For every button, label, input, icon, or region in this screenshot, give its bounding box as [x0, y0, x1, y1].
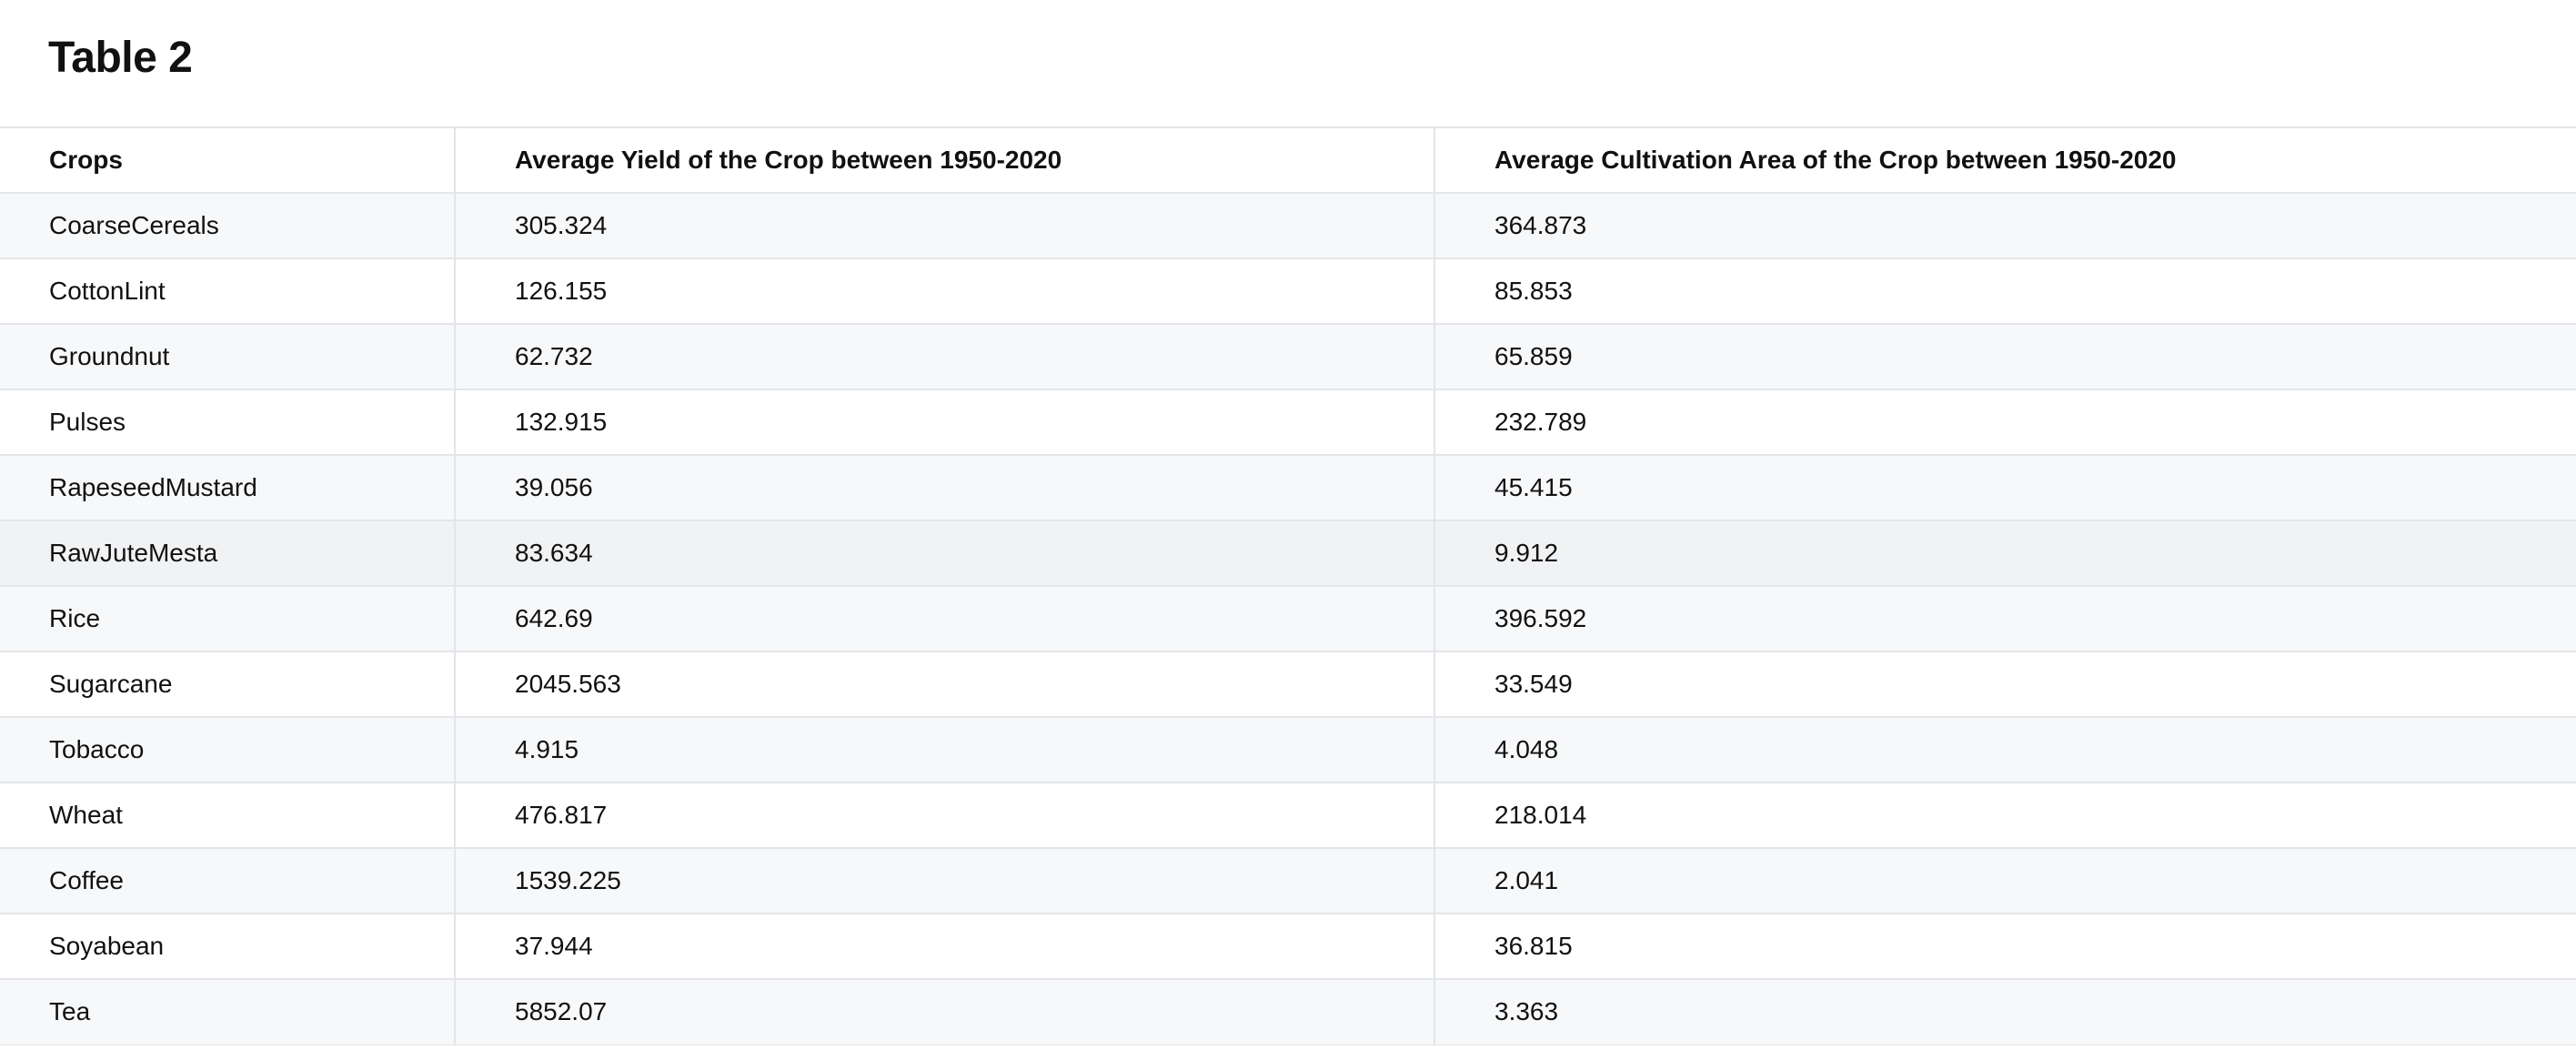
cell-average-area: 65.859: [1434, 323, 2576, 390]
table-row[interactable]: CottonLint 126.155 85.853: [0, 257, 2576, 325]
data-table-container: Crops Average Yield of the Crop between …: [0, 126, 2576, 1045]
cell-average-yield: 5852.07: [454, 978, 1434, 1045]
cell-average-yield: 62.732: [454, 323, 1434, 390]
cell-crop-name: Rice: [0, 585, 455, 652]
cell-average-yield: 37.944: [454, 913, 1434, 980]
cell-crop-name: Tea: [0, 978, 455, 1045]
data-table: Crops Average Yield of the Crop between …: [0, 126, 2576, 1045]
cell-average-area: 9.912: [1434, 520, 2576, 587]
cell-crop-name: Pulses: [0, 389, 455, 456]
column-header-average-yield: Average Yield of the Crop between 1950-2…: [454, 126, 1434, 194]
cell-average-area: 2.041: [1434, 847, 2576, 914]
cell-average-area: 36.815: [1434, 913, 2576, 980]
cell-crop-name: Wheat: [0, 782, 455, 849]
cell-average-area: 364.873: [1434, 192, 2576, 259]
page-title: Table 2: [48, 34, 193, 82]
cell-crop-name: CoarseCereals: [0, 192, 455, 259]
cell-average-area: 45.415: [1434, 454, 2576, 521]
cell-crop-name: Groundnut: [0, 323, 455, 390]
cell-average-area: 218.014: [1434, 782, 2576, 849]
cell-average-yield: 642.69: [454, 585, 1434, 652]
table-row[interactable]: Wheat 476.817 218.014: [0, 782, 2576, 849]
cell-average-yield: 476.817: [454, 782, 1434, 849]
column-header-crops: Crops: [0, 126, 455, 194]
cell-average-yield: 305.324: [454, 192, 1434, 259]
table-row[interactable]: Tobacco 4.915 4.048: [0, 716, 2576, 783]
cell-crop-name: Sugarcane: [0, 651, 455, 718]
table-row[interactable]: Sugarcane 2045.563 33.549: [0, 651, 2576, 718]
cell-crop-name: RapeseedMustard: [0, 454, 455, 521]
cell-average-area: 396.592: [1434, 585, 2576, 652]
cell-average-area: 4.048: [1434, 716, 2576, 783]
column-header-average-cultivation-area: Average Cultivation Area of the Crop bet…: [1434, 126, 2576, 194]
header-row: Crops Average Yield of the Crop between …: [0, 126, 2576, 194]
table-row[interactable]: Coffee 1539.225 2.041: [0, 847, 2576, 914]
table-row[interactable]: RapeseedMustard 39.056 45.415: [0, 454, 2576, 521]
table-row[interactable]: Soyabean 37.944 36.815: [0, 913, 2576, 980]
table-row[interactable]: Pulses 132.915 232.789: [0, 389, 2576, 456]
cell-average-area: 33.549: [1434, 651, 2576, 718]
table-row[interactable]: Tea 5852.07 3.363: [0, 978, 2576, 1045]
cell-average-yield: 1539.225: [454, 847, 1434, 914]
cell-average-yield: 132.915: [454, 389, 1434, 456]
cell-average-area: 232.789: [1434, 389, 2576, 456]
table-body: CoarseCereals 305.324 364.873 CottonLint 126…: [0, 192, 2576, 1045]
cell-crop-name: Coffee: [0, 847, 455, 914]
page: Table 2 Crops Average Yield of the Crop …: [0, 0, 2576, 1050]
cell-crop-name: RawJuteMesta: [0, 520, 455, 587]
cell-average-area: 3.363: [1434, 978, 2576, 1045]
table-row[interactable]: RawJuteMesta 83.634 9.912: [0, 520, 2576, 587]
table-row[interactable]: Rice 642.69 396.592: [0, 585, 2576, 652]
cell-crop-name: CottonLint: [0, 257, 455, 325]
cell-average-yield: 83.634: [454, 520, 1434, 587]
cell-average-yield: 2045.563: [454, 651, 1434, 718]
table-header: Crops Average Yield of the Crop between …: [0, 126, 2576, 194]
cell-average-yield: 39.056: [454, 454, 1434, 521]
table-row[interactable]: CoarseCereals 305.324 364.873: [0, 192, 2576, 259]
table-row[interactable]: Groundnut 62.732 65.859: [0, 323, 2576, 390]
cell-average-area: 85.853: [1434, 257, 2576, 325]
cell-crop-name: Soyabean: [0, 913, 455, 980]
cell-crop-name: Tobacco: [0, 716, 455, 783]
cell-average-yield: 4.915: [454, 716, 1434, 783]
cell-average-yield: 126.155: [454, 257, 1434, 325]
